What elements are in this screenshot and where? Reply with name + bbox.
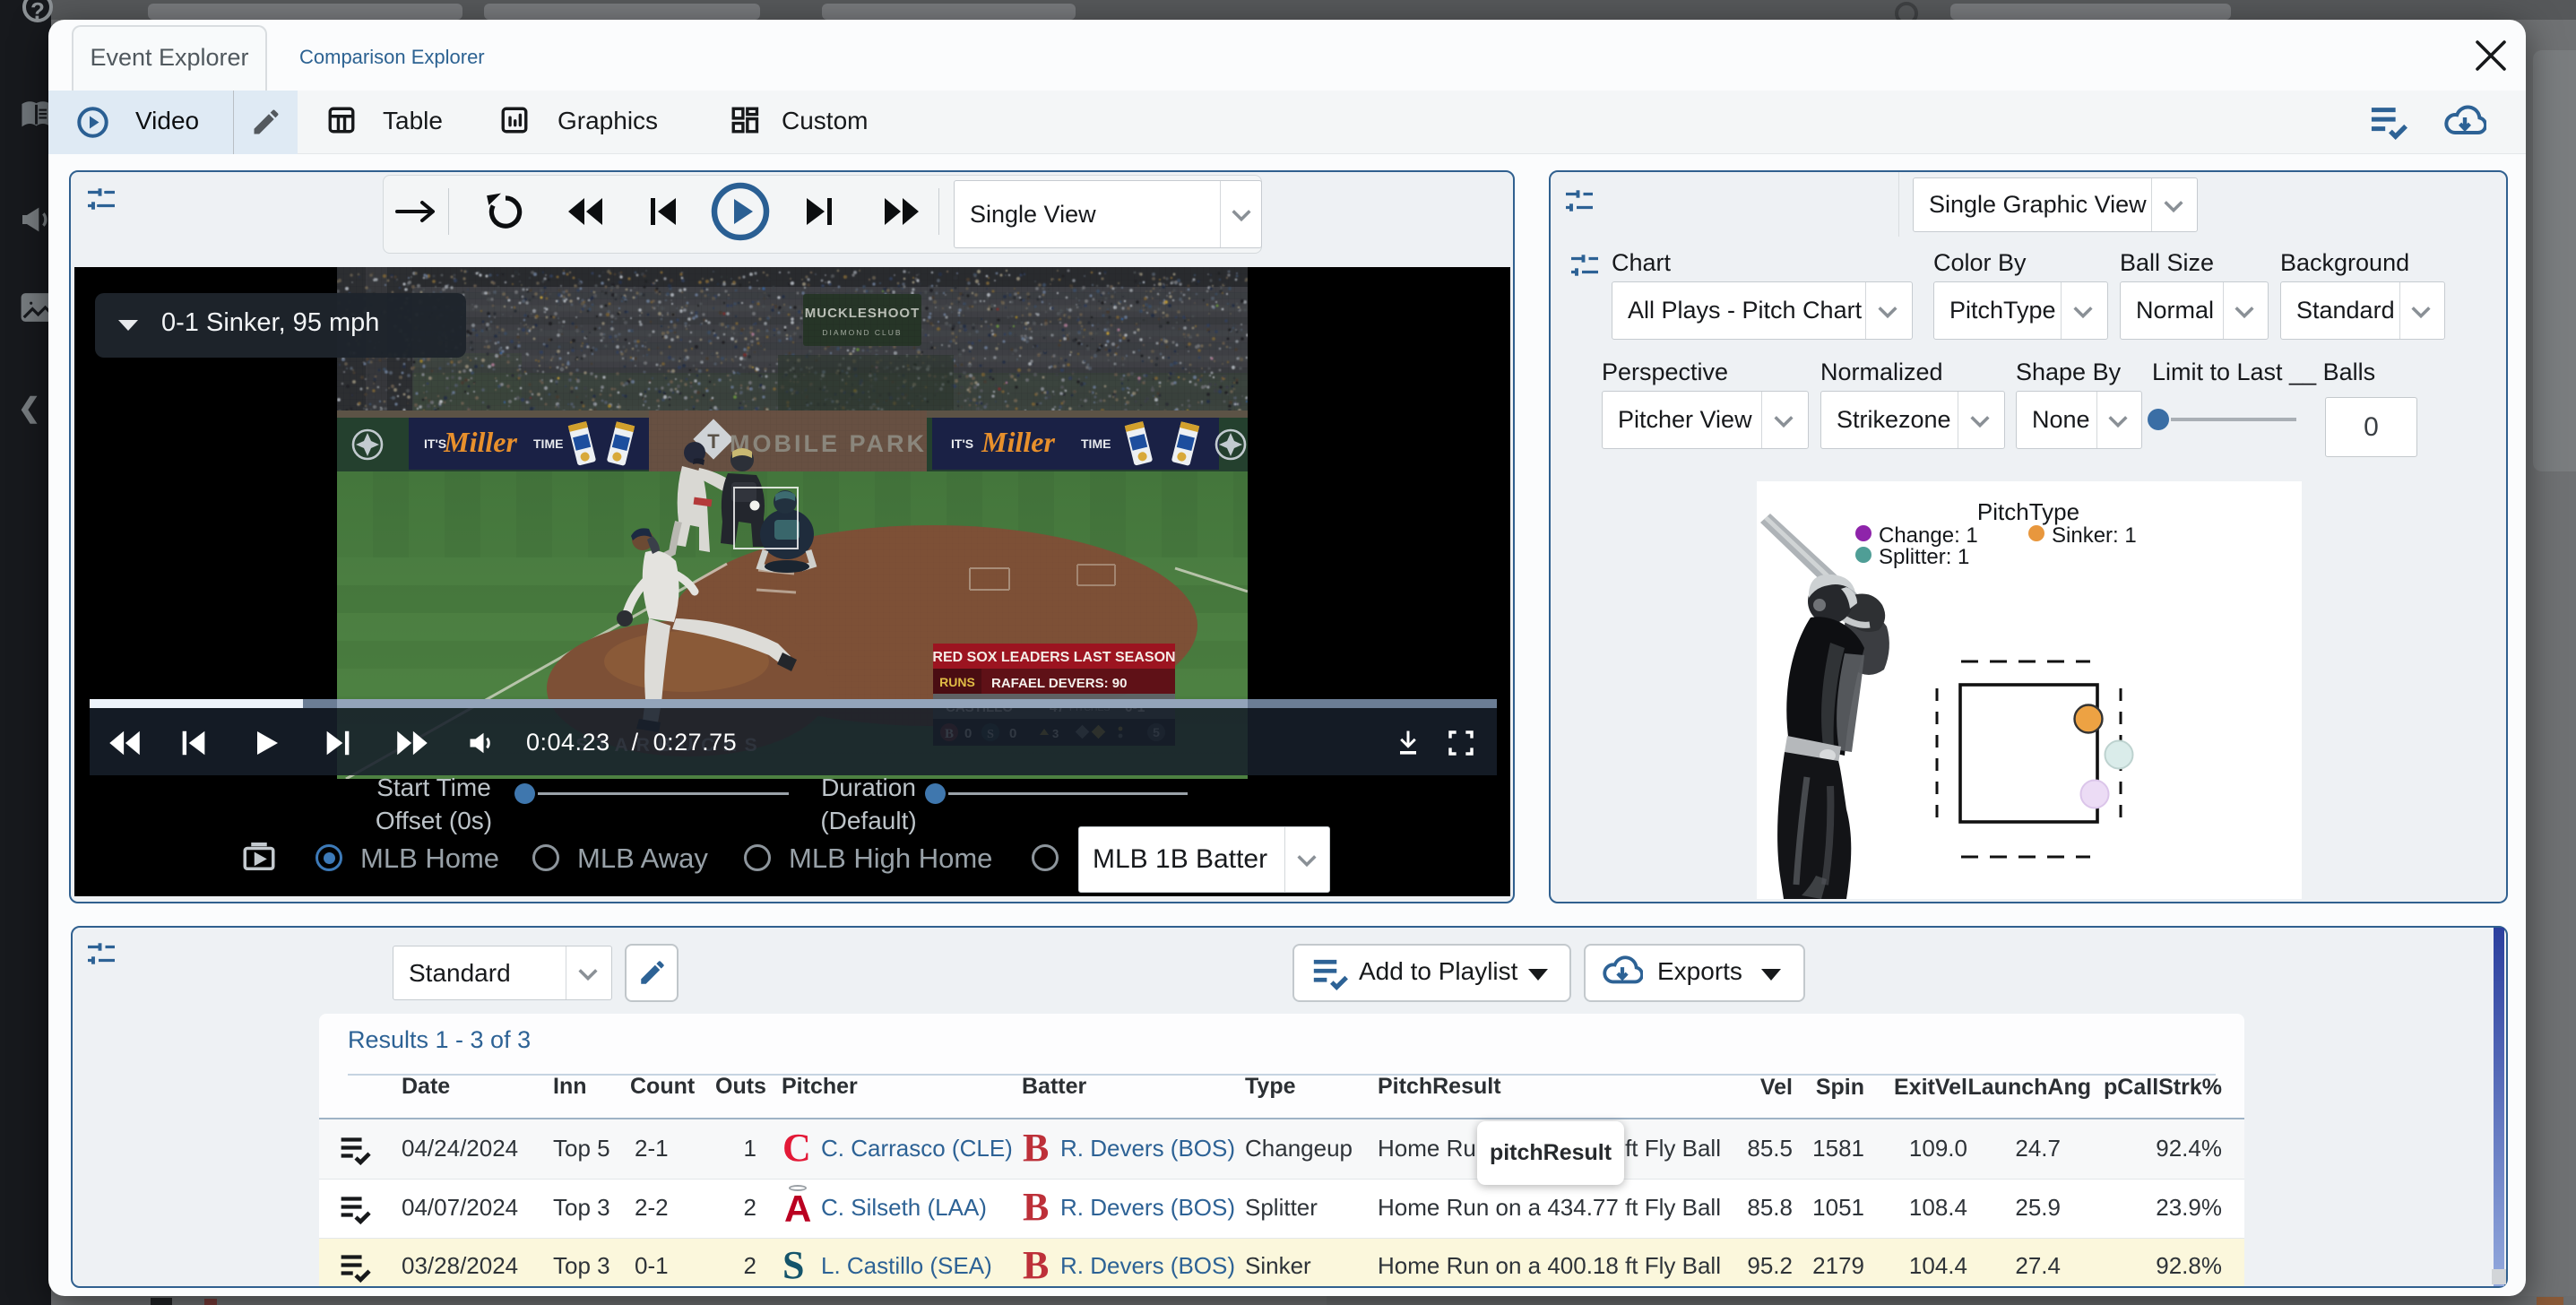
svg-text:RAFAEL DEVERS: 90: RAFAEL DEVERS: 90 bbox=[991, 676, 1127, 691]
svg-text:TIME: TIME bbox=[1081, 436, 1111, 451]
svg-text:RED SOX LEADERS LAST SEASON: RED SOX LEADERS LAST SEASON bbox=[932, 650, 1175, 665]
svg-text:TIME: TIME bbox=[533, 436, 563, 451]
svg-text:RUNS: RUNS bbox=[939, 675, 975, 689]
svg-text:MOBILE PARK: MOBILE PARK bbox=[730, 430, 927, 457]
svg-text:T: T bbox=[707, 430, 720, 453]
svg-text:IT'S: IT'S bbox=[951, 436, 973, 451]
svg-text:Miller: Miller bbox=[443, 426, 517, 458]
svg-text:Miller: Miller bbox=[981, 426, 1055, 458]
